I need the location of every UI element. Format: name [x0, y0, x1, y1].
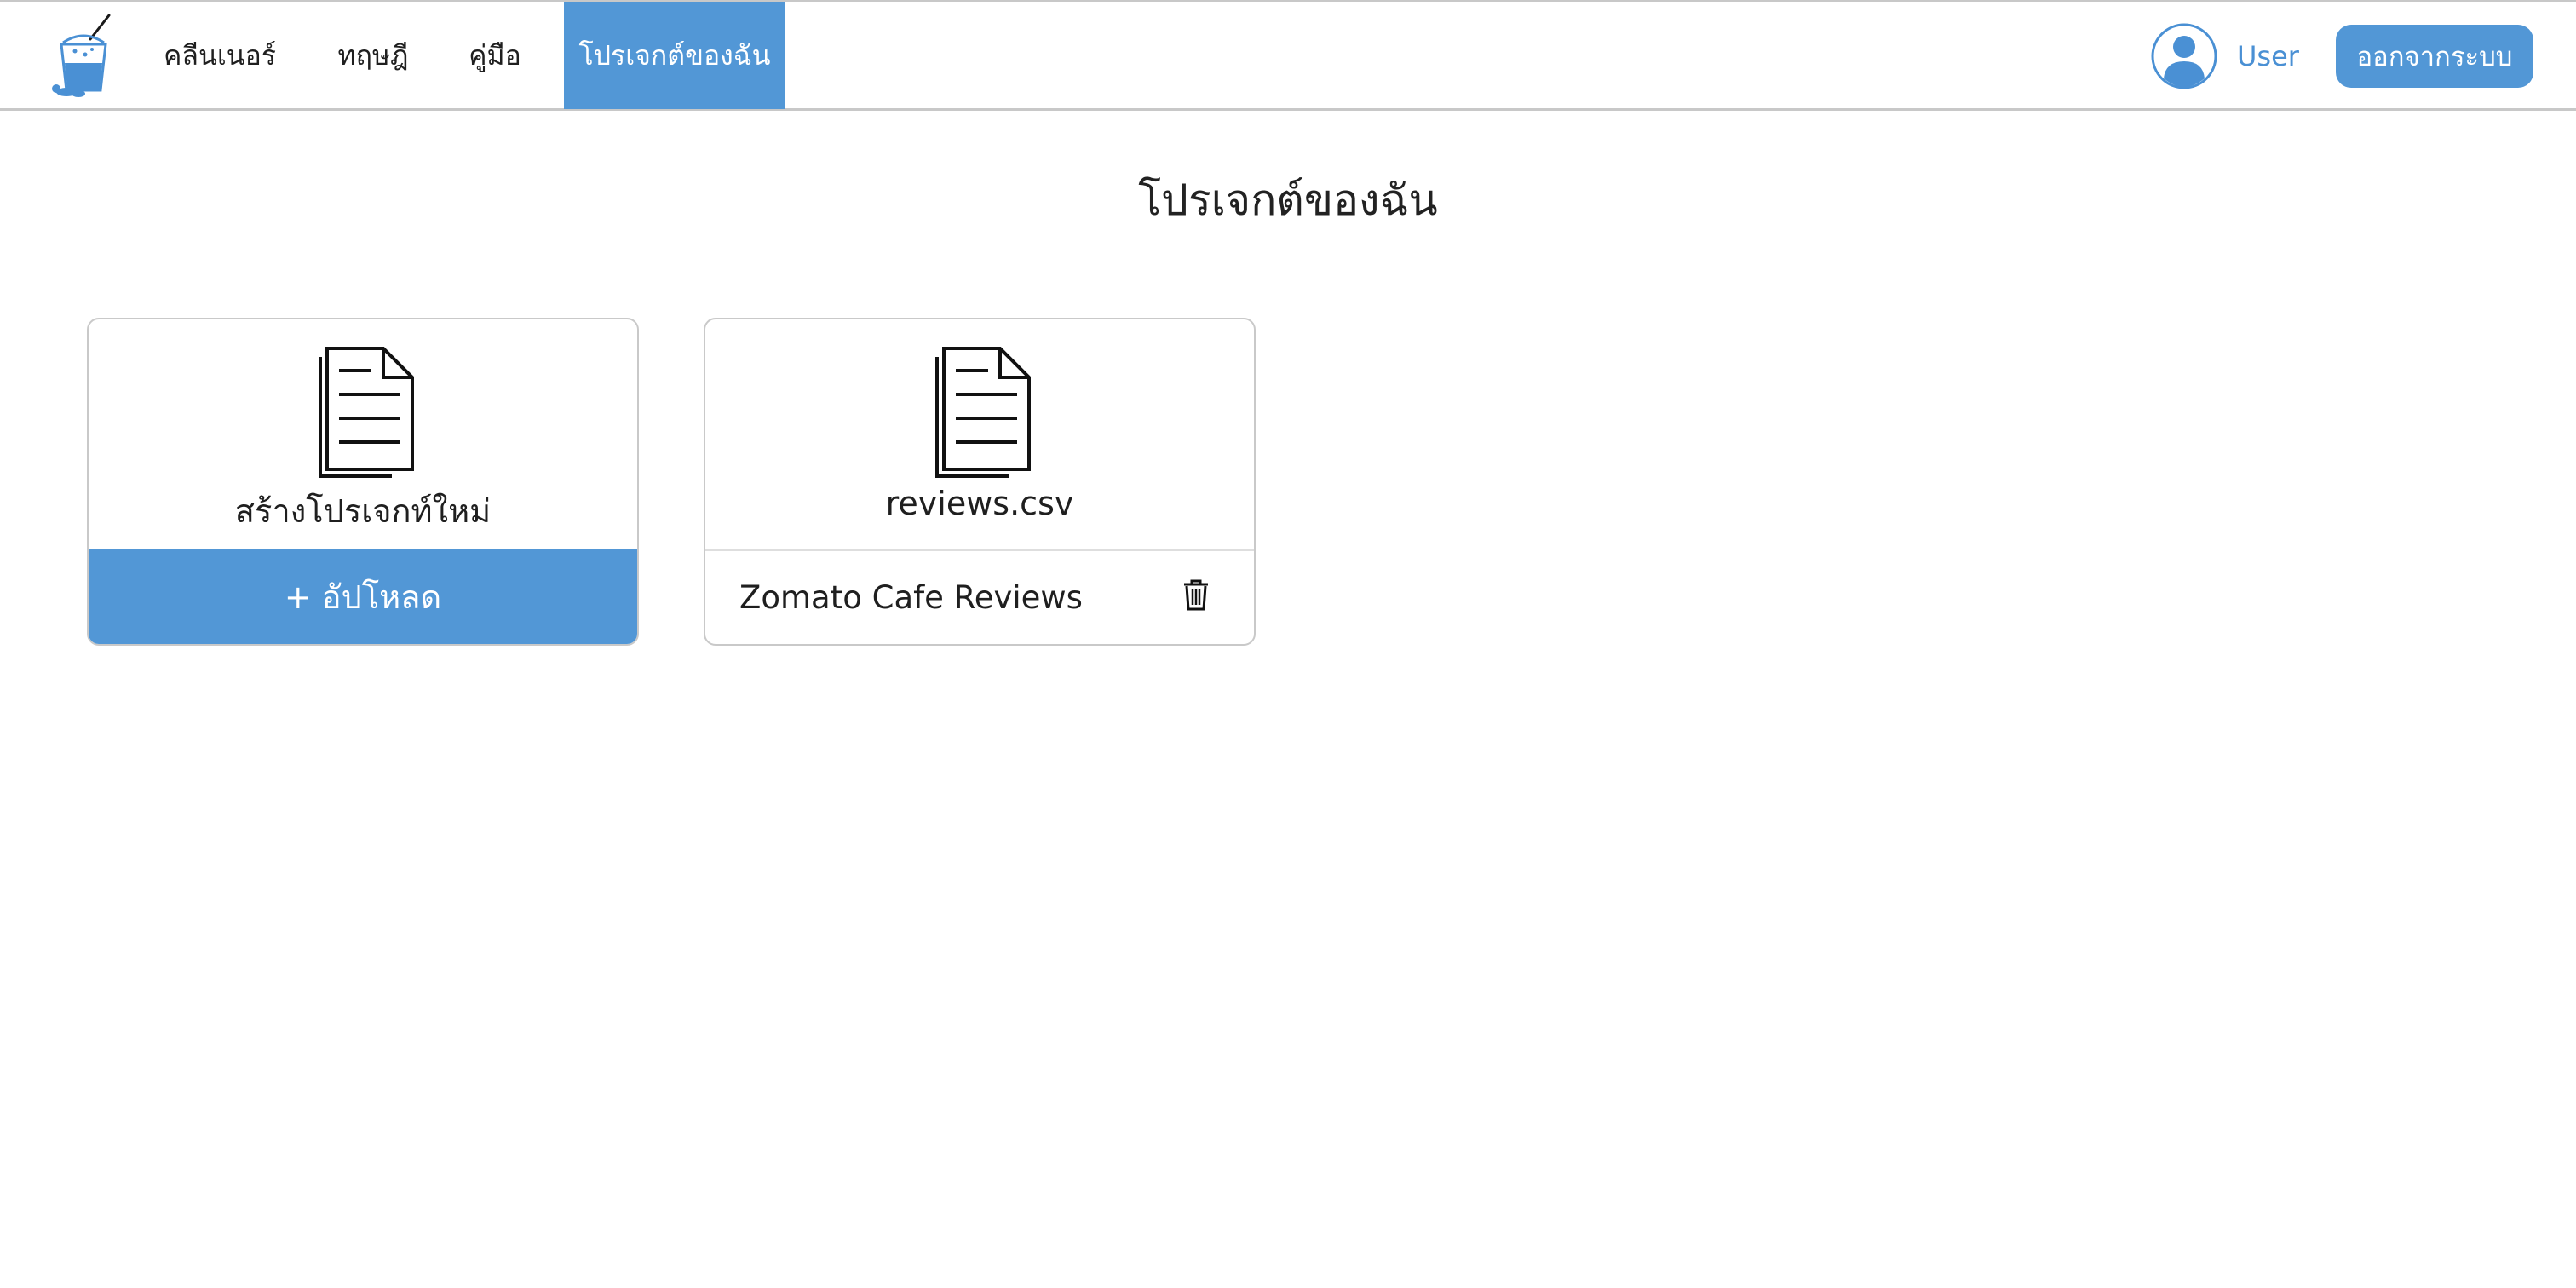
smoothie-cup-logo-icon[interactable]	[49, 14, 118, 99]
project-card-header[interactable]: reviews.csv	[705, 319, 1254, 551]
document-icon	[319, 347, 414, 478]
user-avatar-icon	[2151, 23, 2217, 89]
user-menu[interactable]: User	[2150, 22, 2299, 90]
project-card-footer: Zomato Cafe Reviews	[705, 549, 1254, 644]
page-title: โปรเจกต์ของฉัน	[1138, 175, 1438, 225]
upload-button[interactable]: + อัปโหลด	[89, 549, 637, 644]
new-project-card-header: สร้างโปรเจกท์ใหม่	[89, 319, 637, 551]
user-name: User	[2237, 40, 2299, 72]
nav-item-cleaner[interactable]: คลีนเนอร์	[155, 2, 285, 109]
project-file-name: reviews.csv	[885, 485, 1074, 522]
project-name[interactable]: Zomato Cafe Reviews	[739, 579, 1083, 616]
top-navbar: คลีนเนอร์ ทฤษฎี คู่มือ โปรเจกต์ของฉัน Us…	[0, 0, 2576, 111]
nav-item-my-projects[interactable]: โปรเจกต์ของฉัน	[564, 2, 785, 109]
new-project-card: สร้างโปรเจกท์ใหม่ + อัปโหลด	[87, 318, 639, 646]
new-project-title: สร้างโปรเจกท์ใหม่	[234, 492, 492, 530]
logout-button[interactable]: ออกจากระบบ	[2336, 25, 2533, 88]
document-icon	[935, 347, 1031, 478]
nav-item-theory[interactable]: ทฤษฎี	[325, 2, 421, 109]
trash-icon[interactable]	[1182, 578, 1210, 611]
nav-item-manual[interactable]: คู่มือ	[458, 2, 532, 109]
project-card[interactable]: reviews.csv Zomato Cafe Reviews	[704, 318, 1256, 646]
